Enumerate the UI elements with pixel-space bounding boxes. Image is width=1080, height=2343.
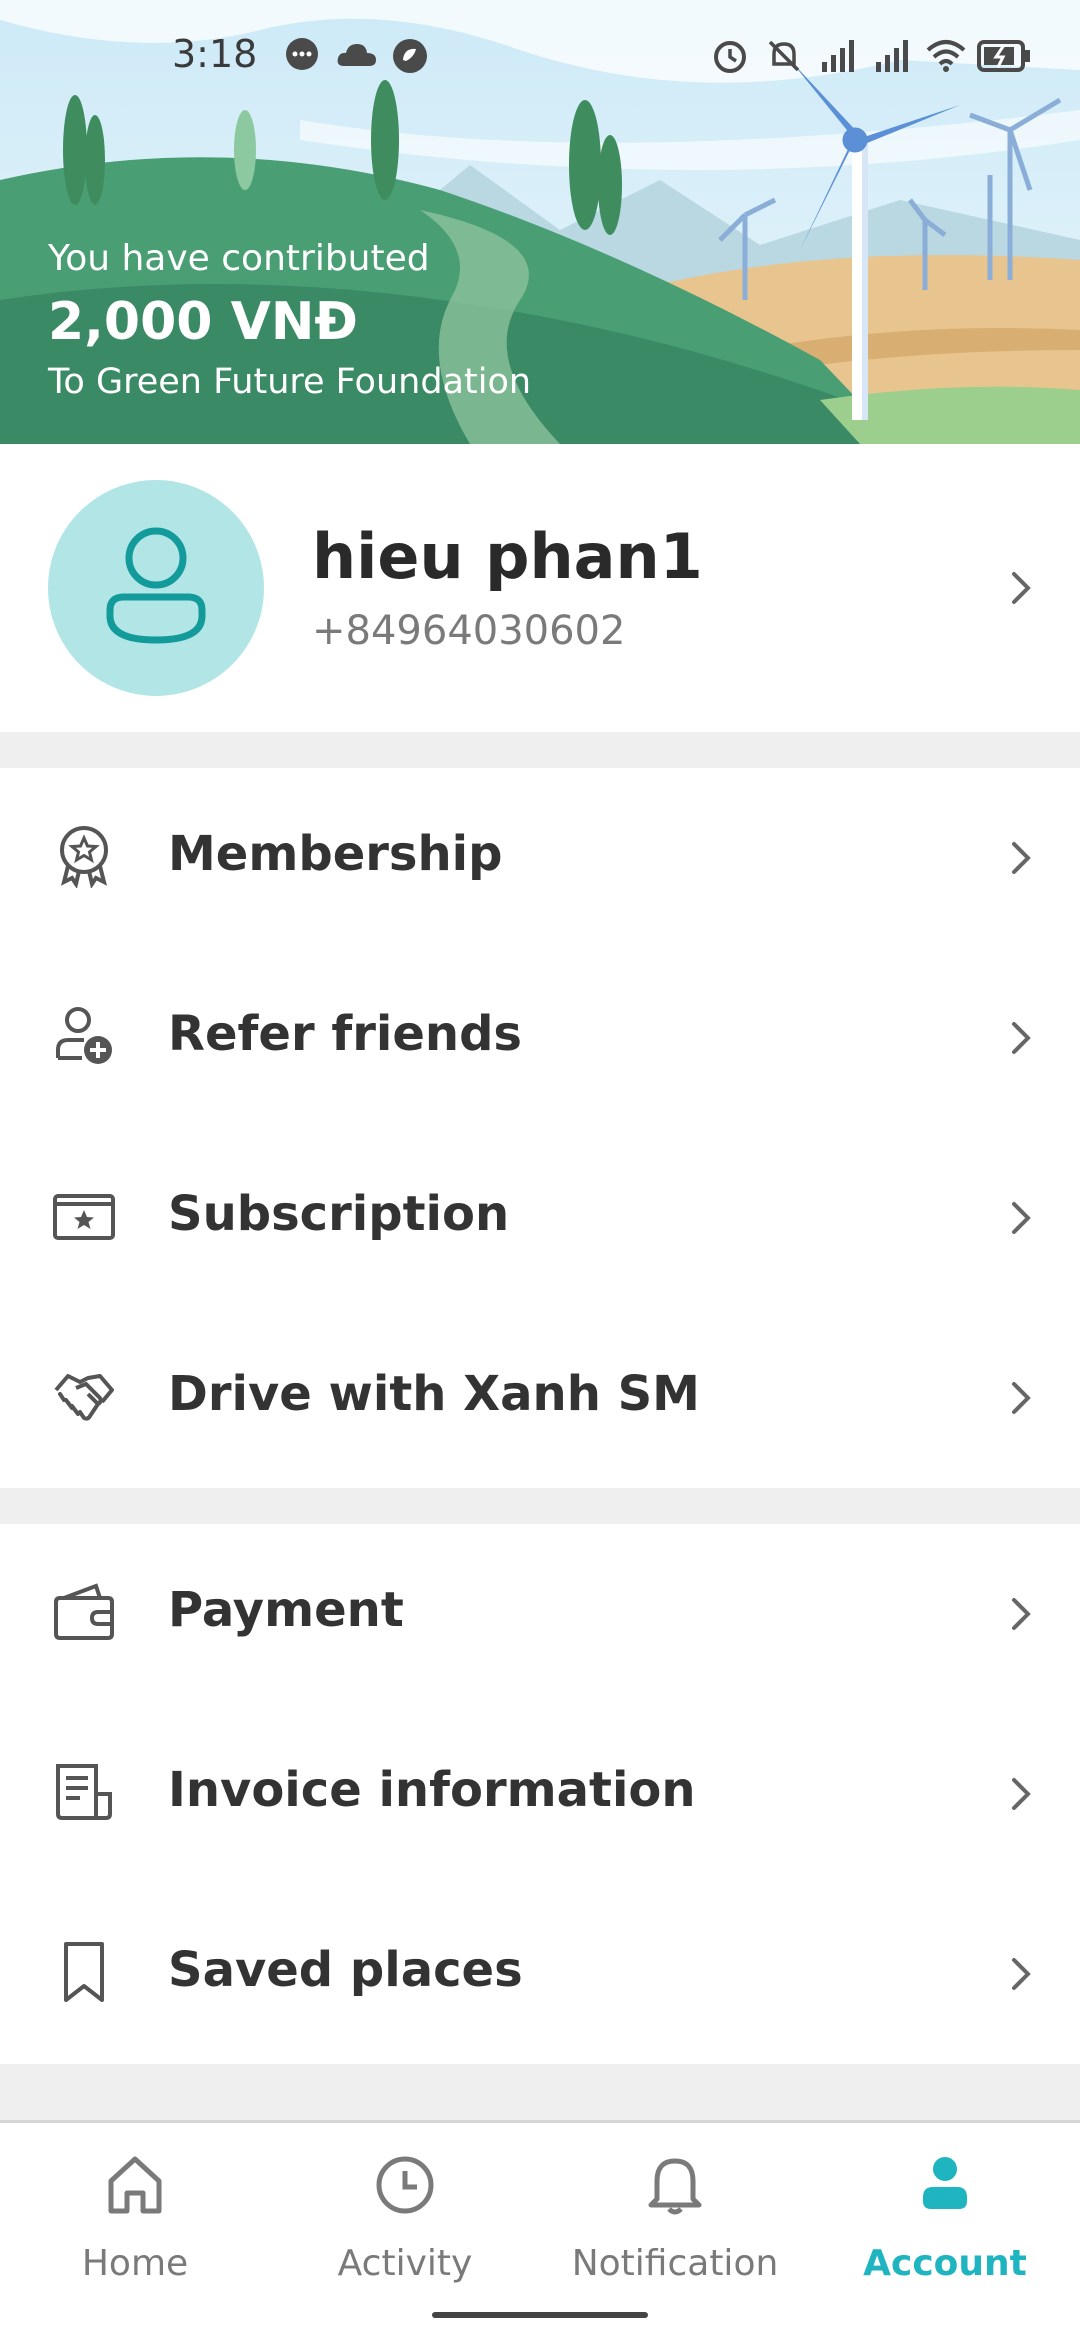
- bookmark-icon: [64, 1942, 104, 2002]
- gesture-handle[interactable]: [432, 2312, 648, 2318]
- section-divider: [0, 1488, 1080, 1524]
- chevron-right-icon: [1012, 1382, 1031, 1414]
- home-icon: [108, 2156, 162, 2214]
- signal-icon: [876, 40, 908, 72]
- chevron-right-icon: [1012, 1022, 1031, 1054]
- mute-icon: [768, 40, 800, 72]
- signal-icon: [822, 40, 854, 72]
- menu-item-membership[interactable]: Membership: [0, 768, 1080, 948]
- tab-label: Home: [81, 2243, 189, 2284]
- menu-item-label: Saved places: [168, 1942, 523, 1998]
- contribution-banner[interactable]: 3:18 You have contributed 2,000 VNĐ To G…: [0, 0, 1080, 444]
- chevron-right-icon: [1012, 572, 1031, 604]
- section-divider: [0, 732, 1080, 768]
- avatar: [48, 480, 264, 696]
- app-icon: [393, 39, 427, 73]
- menu-item-label: Payment: [168, 1582, 404, 1638]
- profile-name: hieu phan1: [312, 520, 703, 593]
- wallet-icon: [54, 1583, 114, 1640]
- tab-home[interactable]: Home: [0, 2123, 270, 2313]
- chevron-right-icon: [1012, 1778, 1031, 1810]
- battery-icon: [977, 40, 1030, 72]
- menu-item-payment[interactable]: Payment: [0, 1524, 1080, 1704]
- person-icon: [923, 2157, 967, 2209]
- menu-item-refer-friends[interactable]: Refer friends: [0, 948, 1080, 1128]
- clock-icon: [376, 2156, 434, 2214]
- menu-item-saved-places[interactable]: Saved places: [0, 1884, 1080, 2064]
- star-card-icon: [53, 1194, 115, 1240]
- contribution-amount: 2,000 VNĐ: [48, 292, 358, 352]
- chevron-right-icon: [1012, 1958, 1031, 1990]
- profile-row[interactable]: hieu phan1 +84964030602: [0, 444, 1080, 730]
- status-time: 3:18: [172, 32, 258, 76]
- menu-item-label: Invoice information: [168, 1762, 696, 1818]
- menu-item-drive-with-xanh-sm[interactable]: Drive with Xanh SM: [0, 1308, 1080, 1488]
- chevron-right-icon: [1012, 1202, 1031, 1234]
- status-bar: 3:18: [0, 0, 1080, 112]
- bell-icon: [648, 2158, 702, 2215]
- menu-item-invoice-information[interactable]: Invoice information: [0, 1704, 1080, 1884]
- profile-phone: +84964030602: [312, 608, 626, 654]
- contribution-label: You have contributed: [48, 238, 430, 279]
- menu-item-subscription[interactable]: Subscription: [0, 1128, 1080, 1308]
- chevron-right-icon: [1012, 1598, 1031, 1630]
- chevron-right-icon: [1012, 842, 1031, 874]
- tab-label: Account: [863, 2243, 1027, 2284]
- cloud-icon: [337, 44, 376, 66]
- bottom-nav: Home Activity Notification Account: [0, 2120, 1080, 2343]
- tab-label: Notification: [571, 2243, 779, 2284]
- invoice-icon: [56, 1764, 112, 1820]
- person-icon: [106, 527, 206, 644]
- message-icon: [286, 38, 318, 70]
- badge-icon: [60, 826, 108, 888]
- add-user-icon: [56, 1007, 112, 1064]
- menu-item-label: Subscription: [168, 1186, 510, 1242]
- foundation-name: To Green Future Foundation: [48, 362, 532, 402]
- handshake-icon: [54, 1374, 114, 1421]
- wifi-icon: [926, 40, 966, 72]
- tab-account[interactable]: Account: [810, 2123, 1080, 2313]
- menu-item-label: Refer friends: [168, 1006, 522, 1062]
- menu-item-label: Membership: [168, 826, 503, 882]
- alarm-icon: [714, 41, 746, 73]
- tab-activity[interactable]: Activity: [270, 2123, 540, 2313]
- section-divider: [0, 2064, 1080, 2120]
- tab-notification[interactable]: Notification: [540, 2123, 810, 2313]
- menu-item-label: Drive with Xanh SM: [168, 1366, 700, 1422]
- tab-label: Activity: [337, 2243, 473, 2284]
